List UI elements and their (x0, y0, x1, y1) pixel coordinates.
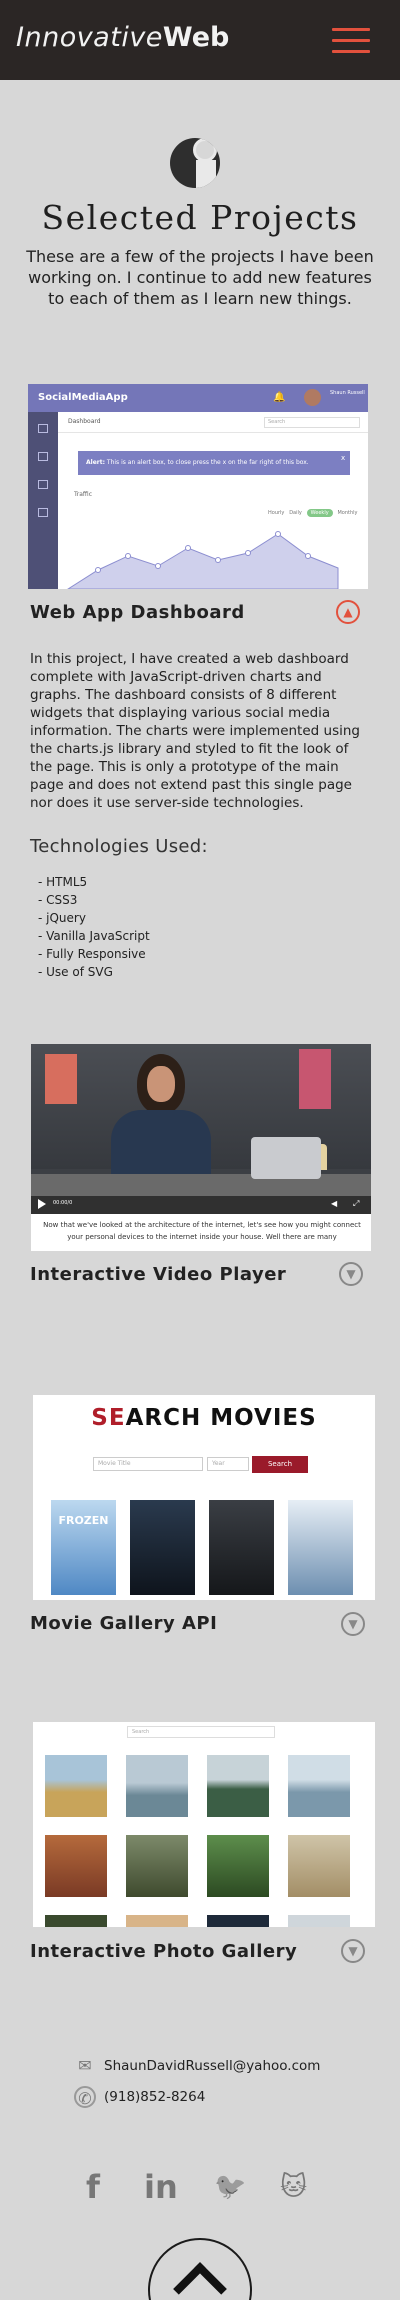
gallery-photo (288, 1755, 350, 1817)
range-weekly: Weekly (306, 509, 333, 517)
search-button: Search (252, 1456, 308, 1473)
range-hourly: Hourly (268, 510, 285, 516)
poster-title: FROZEN (58, 1514, 109, 1527)
project-title-dashboard: Web App Dashboard (30, 602, 245, 623)
chevron-up-icon[interactable]: ▲ (336, 600, 360, 624)
alert-label: Alert: (86, 459, 105, 466)
video-transcript: Now that we've looked at the architectur… (43, 1221, 361, 1241)
envelope-icon: ✉ (78, 2056, 92, 2075)
range-tabs: Hourly Daily Weekly Monthly (268, 509, 358, 517)
gallery-photo (126, 1755, 188, 1817)
tech-item: - CSS3 (38, 893, 78, 907)
dashboard-screenshot[interactable]: SocialMediaApp 🔔 Shaun Russell Dashboard… (28, 384, 368, 589)
movies-heading: SEARCH MOVIES (91, 1405, 317, 1431)
home-icon (38, 424, 48, 433)
gallery-photo (126, 1915, 188, 1927)
video-frame: 00:00/0 ◀ ⤢ (31, 1044, 371, 1214)
range-daily: Daily (289, 510, 302, 516)
github-icon[interactable]: 🐱 (280, 2172, 307, 2202)
chart-icon (38, 480, 48, 489)
video-controls (31, 1196, 371, 1214)
site-logo[interactable]: InnovativeWeb (16, 22, 229, 53)
tech-item: - Fully Responsive (38, 947, 146, 961)
chevron-down-icon[interactable]: ▼ (341, 1612, 365, 1636)
movie-poster (209, 1500, 274, 1595)
tech-item: - HTML5 (38, 875, 88, 889)
back-to-top-button[interactable] (148, 2238, 252, 2300)
alert-text: This is an alert box, to close press the… (106, 459, 309, 466)
tech-item: - Vanilla JavaScript (38, 929, 150, 943)
photo-gallery-screenshot[interactable]: Search (33, 1722, 375, 1927)
gallery-photo (126, 1835, 188, 1897)
logo-light-text: Innovative (16, 22, 163, 53)
bell-icon: 🔔 (273, 392, 286, 403)
person-info-icon (170, 138, 220, 188)
movie-poster: FROZEN (51, 1500, 116, 1595)
project-title-photos: Interactive Photo Gallery (30, 1941, 298, 1962)
tech-item: - jQuery (38, 911, 86, 925)
laptop-image (251, 1137, 321, 1179)
settings-icon (38, 508, 48, 517)
dashboard-sidebar (28, 412, 58, 589)
top-bar: InnovativeWeb (0, 0, 400, 80)
movie-title-input: Movie Title (93, 1457, 203, 1471)
gallery-photo (45, 1915, 107, 1927)
gallery-photo (288, 1915, 350, 1927)
gallery-photo (207, 1835, 269, 1897)
traffic-label: Traffic (74, 491, 93, 498)
project-title-video: Interactive Video Player (30, 1264, 287, 1285)
avatar (304, 389, 321, 406)
dashboard-tab: Dashboard (68, 418, 101, 425)
technologies-heading: Technologies Used: (30, 836, 208, 857)
page-title: Selected Projects (41, 198, 359, 237)
movie-poster (130, 1500, 195, 1595)
volume-icon: ◀ (331, 1199, 338, 1208)
dashboard-brand: SocialMediaApp (38, 392, 128, 403)
phone-icon: ✆ (74, 2086, 96, 2108)
facebook-icon[interactable]: f (86, 2168, 100, 2206)
chevron-down-icon[interactable]: ▼ (339, 1262, 363, 1286)
chevron-up-icon (173, 2262, 227, 2300)
users-icon (38, 452, 48, 461)
video-time: 00:00/0 (53, 1200, 73, 1206)
close-icon: x (341, 454, 346, 462)
gallery-photo (207, 1915, 269, 1927)
contact-phone[interactable]: (918)852-8264 (104, 2089, 205, 2105)
movie-gallery-screenshot[interactable]: SEARCH MOVIES Movie Title Year Search FR… (33, 1395, 375, 1600)
gallery-photo (45, 1755, 107, 1817)
dashboard-alert: Alert: This is an alert box, to close pr… (78, 451, 350, 475)
gallery-photo (207, 1755, 269, 1817)
project-description: In this project, I have created a web da… (30, 651, 360, 811)
year-input: Year (207, 1457, 249, 1471)
tech-item: - Use of SVG (38, 965, 113, 979)
contact-email[interactable]: ShaunDavidRussell@yahoo.com (104, 2058, 320, 2074)
play-icon (38, 1199, 46, 1209)
gallery-photo (288, 1835, 350, 1897)
video-player-screenshot[interactable]: 00:00/0 ◀ ⤢ Now that we've looked at the… (31, 1044, 371, 1251)
linkedin-icon[interactable]: in (144, 2168, 178, 2206)
range-monthly: Monthly (337, 510, 358, 516)
divider (58, 432, 368, 433)
dashboard-user: Shaun Russell (330, 390, 365, 396)
twitter-icon[interactable]: 🐦 (214, 2172, 246, 2202)
hamburger-menu-icon[interactable] (332, 28, 370, 53)
intro-text: These are a few of the projects I have b… (26, 247, 374, 308)
dashboard-search: Search (264, 417, 360, 428)
logo-bold-text: Web (162, 22, 230, 53)
chevron-down-icon[interactable]: ▼ (341, 1939, 365, 1963)
gallery-search: Search (127, 1726, 275, 1738)
traffic-chart (67, 531, 339, 589)
technologies-list: - HTML5 - CSS3 - jQuery - Vanilla JavaSc… (38, 873, 150, 981)
fullscreen-icon: ⤢ (353, 1199, 360, 1208)
movie-poster (288, 1500, 353, 1595)
project-title-movies: Movie Gallery API (30, 1613, 218, 1634)
gallery-photo (45, 1835, 107, 1897)
